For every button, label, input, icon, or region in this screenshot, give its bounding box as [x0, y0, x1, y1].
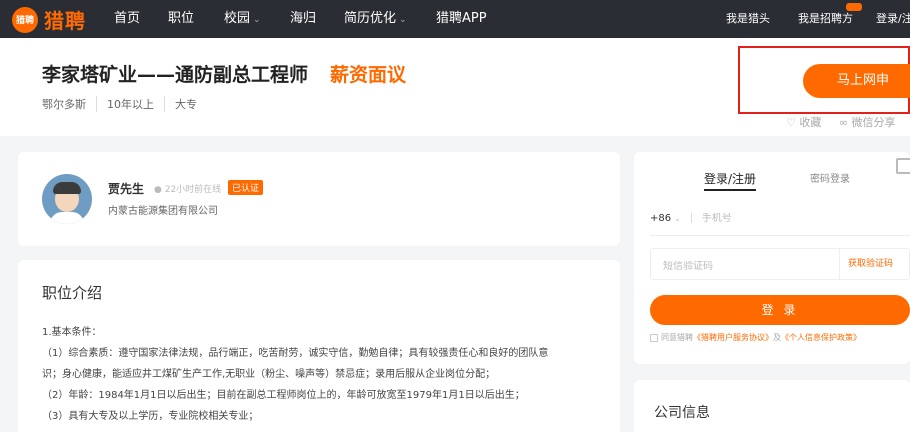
share-button[interactable]: ∞ 微信分享 — [839, 116, 896, 129]
get-code-button[interactable]: 获取验证码 — [838, 249, 893, 279]
chevron-down-icon: ⌄ — [399, 15, 407, 25]
agree-checkbox[interactable] — [650, 333, 658, 342]
employer-link[interactable]: 我是招聘方 — [798, 0, 853, 38]
phone-input[interactable] — [701, 213, 822, 224]
login-panel: 登录/注册 密码登录 +86⌄ 获取验证码 登 录 同意猎聘《猎聘用户服务协议》… — [634, 152, 910, 364]
nav-item-resume[interactable]: 简历优化 ⌄ — [344, 0, 407, 38]
description-line: 识；身心健康，能适应井工煤矿生产工作,无职业（粉尘、噪声等）禁忌症；录用后服从企… — [42, 369, 496, 380]
apply-button[interactable]: 马上网申 — [803, 64, 910, 98]
headhunter-link[interactable]: 我是猎头 — [726, 0, 770, 38]
verified-badge: 已认证 — [228, 180, 264, 195]
phone-field-row: +86 ⌄ — [650, 202, 910, 236]
job-subactions: ♡ 收藏 ∞ 微信分享 — [786, 114, 910, 130]
logo-badge-icon: 猎聘 — [12, 6, 38, 33]
job-header: 李家塔矿业——通防副总工程师 薪资面议 鄂尔多斯 10年以上 大专 马上网申 ♡… — [0, 38, 910, 136]
tab-login-register[interactable]: 登录/注册 — [704, 170, 757, 191]
job-description-card: 职位介绍 1.基本条件： （1）综合素质：遵守国家法律法规，品行端正，吃苦耐劳，… — [18, 260, 620, 432]
login-link[interactable]: 登录/注 — [876, 0, 910, 38]
job-salary: 薪资面议 — [330, 64, 407, 86]
qr-code-icon[interactable] — [896, 158, 910, 174]
description-line: （1）综合素质：遵守国家法律法规，品行端正，吃苦耐劳，诚实守信，勤勉自律；具有较… — [42, 348, 549, 359]
job-experience: 10年以上 — [96, 96, 164, 112]
tab-password-login[interactable]: 密码登录 — [810, 170, 850, 185]
section-title: 职位介绍 — [42, 284, 103, 302]
country-code-select[interactable]: +86 ⌄ — [650, 213, 681, 224]
nav-item-overseas[interactable]: 海归 — [290, 0, 316, 38]
sms-code-row: 获取验证码 — [650, 248, 910, 280]
job-education: 大专 — [164, 96, 207, 112]
job-title: 李家塔矿业——通防副总工程师 — [42, 64, 309, 86]
chevron-down-icon: ⌄ — [674, 214, 681, 223]
description-line: （3）具有大专及以上学历，专业院校相关专业； — [42, 411, 259, 422]
login-button[interactable]: 登 录 — [650, 295, 910, 325]
recruiter-company: 内蒙古能源集团有限公司 — [108, 206, 218, 217]
description-line: 1.基本条件： — [42, 327, 102, 338]
privacy-policy-link[interactable]: 《个人信息保护政策》 — [781, 333, 861, 342]
company-info-title: 公司信息 — [654, 405, 710, 421]
avatar[interactable] — [42, 174, 92, 224]
nav-item-campus[interactable]: 校园 ⌄ — [224, 0, 261, 38]
chevron-down-icon: ⌄ — [253, 15, 261, 25]
service-agreement-link[interactable]: 《猎聘用户服务协议》 — [693, 333, 773, 342]
job-description-body: 1.基本条件： （1）综合素质：遵守国家法律法规，品行端正，吃苦耐劳，诚实守信，… — [42, 322, 612, 427]
site-logo[interactable]: 猎聘 猎聘 — [12, 5, 86, 34]
new-badge — [846, 3, 862, 11]
nav-item-home[interactable]: 首页 — [114, 0, 140, 38]
logo-text: 猎聘 — [44, 9, 86, 33]
recruiter-name: 贾先生 — [108, 182, 145, 196]
job-location: 鄂尔多斯 — [42, 98, 86, 111]
recruiter-card: 贾先生 ● 22小时前在线 已认证 内蒙古能源集团有限公司 — [18, 152, 620, 246]
agreement-row: 同意猎聘《猎聘用户服务协议》及《个人信息保护政策》 — [650, 332, 861, 343]
sms-code-input[interactable] — [663, 261, 783, 272]
recruiter-online-status: ● 22小时前在线 — [154, 185, 222, 195]
company-info-card: 公司信息 — [634, 380, 910, 432]
description-line: （2）年龄：1984年1月1日以后出生；目前在副总工程师岗位上的，年龄可放宽至1… — [42, 390, 525, 401]
nav-item-jobs[interactable]: 职位 — [168, 0, 194, 38]
nav-item-app[interactable]: 猎聘APP — [436, 0, 487, 38]
job-tags: 鄂尔多斯 10年以上 大专 — [42, 96, 207, 112]
top-navigation-bar: 猎聘 猎聘 首页 职位 校园 ⌄ 海归 简历优化 ⌄ 猎聘APP 我是猎头 我是招聘… — [0, 0, 910, 38]
collect-button[interactable]: ♡ 收藏 — [786, 116, 821, 129]
